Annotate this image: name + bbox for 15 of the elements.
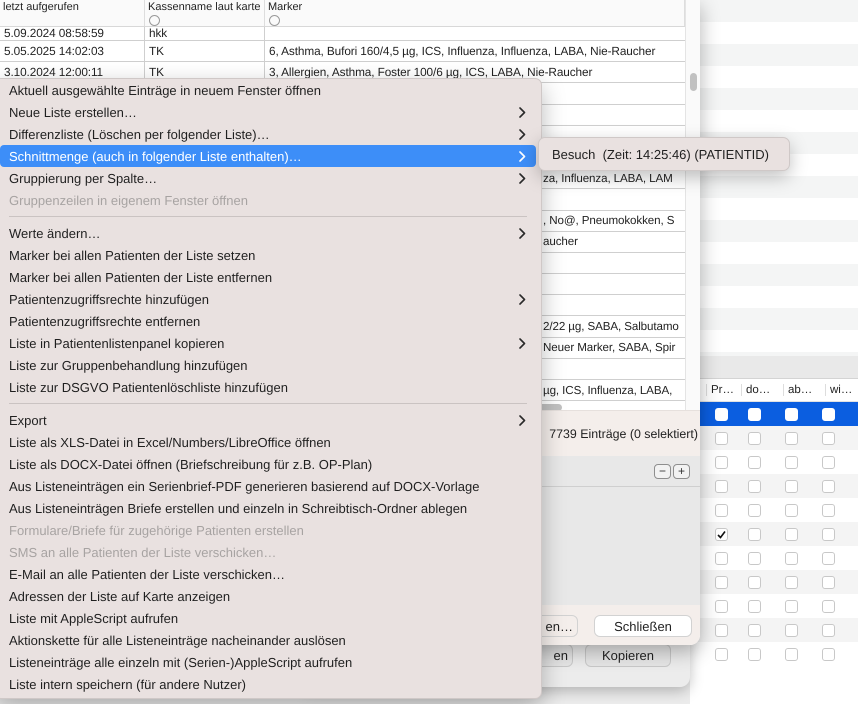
table-cell: hkk (149, 27, 168, 40)
table-cell: TK (149, 44, 164, 58)
table-cell: 3, Allergien, Asthma, Foster 100/6 µg, ICS, LABA, Nie-Raucher (269, 66, 592, 79)
table-cell: 3.10.2024 12:00:11 (4, 66, 104, 79)
table-cell: µg, ICS, Influenza, LABA, (543, 384, 672, 397)
table-cell: 6, Asthma, Bufori 160/4,5 µg, ICS, Influenza, Influenza, LABA, Nie-Raucher (269, 44, 656, 58)
table-cell: 2/22 µg, SABA, Salbutamo (543, 320, 679, 334)
status-text: 7739 Einträge (0 selektiert) (549, 426, 698, 440)
table-cell: , No@, Pneumokokken, S (543, 214, 674, 228)
table-cell: za, Influenza, LABA, LAM (543, 172, 673, 185)
table-cell: Neuer Marker, SABA, Spir (543, 341, 676, 354)
table-cell: 5.09.2024 08:58:59 (4, 27, 104, 40)
table-cell: aucher (543, 235, 578, 248)
table-cell: TK (149, 66, 164, 79)
table-cell: 5.05.2025 14:02:03 (4, 44, 104, 58)
